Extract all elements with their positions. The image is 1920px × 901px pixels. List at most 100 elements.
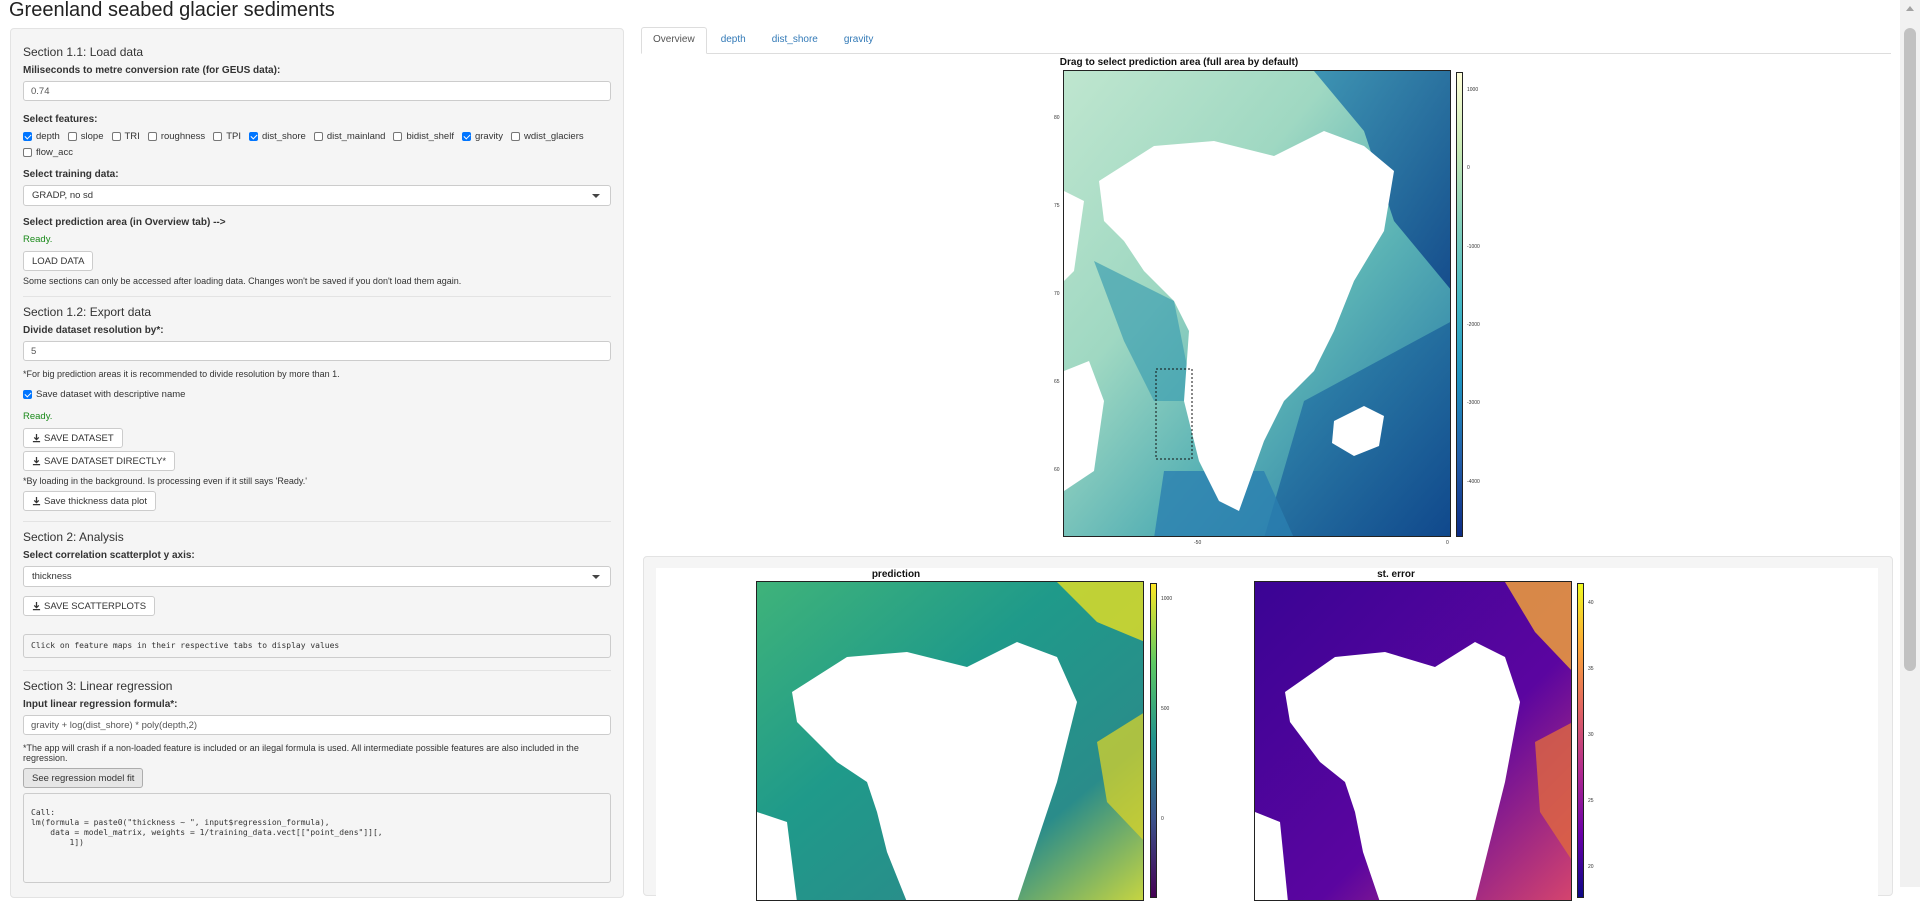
training-data-label: Select training data: [23, 169, 119, 180]
feature-checkbox-gravity[interactable]: gravity [461, 130, 503, 143]
checkbox-unchecked-icon [313, 132, 323, 141]
checkbox-unchecked-icon [213, 132, 223, 141]
ms-conversion-input[interactable] [23, 81, 611, 101]
colorbar-tick-label: -3000 [1467, 400, 1480, 407]
error-map[interactable] [1254, 581, 1572, 901]
colorbar-tick-label: 40 [1588, 600, 1594, 606]
checkbox-unchecked-icon [510, 132, 520, 141]
y-axis-tick-label: 60 [1054, 467, 1060, 473]
app-title: Greenland seabed glacier sediments [9, 0, 335, 21]
divider [23, 521, 611, 522]
divide-resolution-label: Divide dataset resolution by*: [23, 325, 164, 336]
scroll-up-icon[interactable] [1906, 6, 1914, 11]
error-colorbar [1577, 583, 1584, 898]
scatter-yaxis-label: Select correlation scatterplot y axis: [23, 550, 195, 561]
divider [23, 296, 611, 297]
checkbox-checked-icon [248, 132, 258, 141]
save-dataset-directly-button[interactable]: SAVE DATASET DIRECTLY* [23, 451, 176, 471]
feature-checkbox-depth[interactable]: depth [23, 130, 60, 143]
results-plot-area: prediction 1000 500 0 st. error 40 35 30… [656, 568, 1878, 901]
checkbox-unchecked-icon [67, 132, 77, 141]
load-status: Ready. [23, 234, 53, 245]
colorbar-tick-label: 0 [1161, 816, 1164, 822]
colorbar-tick-label: 30 [1588, 732, 1594, 738]
y-axis-tick-label: 70 [1054, 291, 1060, 297]
save-dataset-label: SAVE DATASET [44, 432, 114, 444]
checkbox-unchecked-icon [23, 148, 32, 157]
feature-checkbox-bidist-shelf[interactable]: bidist_shelf [393, 130, 454, 143]
feature-checkbox-slope[interactable]: slope [67, 130, 104, 143]
divider [23, 670, 611, 671]
tab-depth[interactable]: depth [709, 27, 758, 54]
scatter-yaxis-select[interactable]: thickness [23, 566, 611, 587]
feature-checkbox-dist-mainland[interactable]: dist_mainland [313, 130, 385, 143]
feature-checkbox-tri[interactable]: TRI [111, 130, 140, 143]
features-checkbox-group: depth slope TRI roughness TPI dist_shore dist_… [23, 130, 613, 159]
colorbar-tick-label: 1000 [1467, 87, 1479, 93]
tab-bar: Overview depth dist_shore gravity [641, 27, 1891, 54]
colorbar-tick-label: 25 [1588, 798, 1594, 804]
download-icon [32, 433, 41, 442]
colorbar-tick-label: -4000 [1467, 478, 1480, 485]
colorbar-tick-label: 35 [1588, 666, 1594, 672]
feature-checkbox-wdist-glaciers[interactable]: wdist_glaciers [510, 130, 584, 143]
prediction-map[interactable] [756, 581, 1144, 901]
save-dataset-button[interactable]: SAVE DATASET [23, 428, 123, 448]
save-descriptive-checkbox[interactable]: Save dataset with descriptive name [23, 388, 185, 401]
page-scrollbar[interactable] [1900, 0, 1920, 887]
load-data-button[interactable]: LOAD DATA [23, 251, 94, 271]
feature-label: TPI [226, 131, 241, 142]
overview-map-title: Drag to select prediction area (full are… [1059, 57, 1299, 68]
training-data-value: GRADP, no sd [32, 190, 94, 201]
training-data-select[interactable]: GRADP, no sd [23, 185, 611, 206]
feature-label: gravity [474, 131, 503, 142]
feature-label: roughness [160, 131, 206, 142]
feature-checkbox-roughness[interactable]: roughness [147, 130, 206, 143]
prediction-map-title: prediction [871, 569, 921, 580]
x-axis-tick-label: 0 [1446, 540, 1449, 546]
feature-label: bidist_shelf [406, 131, 454, 142]
download-icon [32, 496, 41, 505]
colorbar-tick-label: 0 [1467, 165, 1470, 172]
regression-formula-note: *The app will crash if a non-loaded feat… [23, 743, 579, 763]
export-status: Ready. [23, 411, 53, 422]
checkbox-checked-icon [23, 390, 32, 399]
save-thickness-plot-button[interactable]: Save thickness data plot [23, 491, 156, 511]
save-dataset-directly-label: SAVE DATASET DIRECTLY* [44, 455, 167, 467]
chevron-down-icon [592, 194, 600, 198]
features-label: Select features: [23, 114, 98, 125]
colorbar-tick-label: 500 [1161, 706, 1170, 712]
regression-output: Call: lm(formula = paste0("thickness ~ "… [23, 793, 611, 883]
tab-gravity[interactable]: gravity [832, 27, 885, 54]
feature-label: wdist_glaciers [523, 131, 584, 142]
scrollbar-thumb[interactable] [1904, 28, 1916, 671]
feature-checkbox-dist-shore[interactable]: dist_shore [248, 130, 306, 143]
tab-overview[interactable]: Overview [641, 27, 707, 54]
download-icon [32, 456, 41, 465]
section-linear-regression-title: Section 3: Linear regression [23, 679, 173, 693]
section-analysis-title: Section 2: Analysis [23, 530, 124, 544]
scatter-yaxis-value: thickness [32, 571, 72, 582]
feature-checkbox-flow-acc[interactable]: flow_acc [23, 146, 73, 159]
regression-formula-input[interactable] [23, 715, 611, 735]
see-model-fit-button[interactable]: See regression model fit [23, 768, 144, 788]
error-map-title: st. error [1377, 569, 1415, 580]
section-export-data-title: Section 1.2: Export data [23, 305, 152, 319]
colorbar-tick-label: 1000 [1161, 596, 1173, 602]
results-panel: prediction 1000 500 0 st. error 40 35 30… [643, 556, 1893, 901]
overview-depth-map[interactable] [1063, 70, 1451, 537]
save-scatterplots-button[interactable]: SAVE SCATTERPLOTS [23, 596, 156, 616]
depth-raster [1064, 71, 1450, 536]
divide-resolution-input[interactable] [23, 341, 611, 361]
ms-conversion-label: Miliseconds to metre conversion rate (fo… [23, 65, 281, 76]
save-descriptive-label: Save dataset with descriptive name [36, 389, 186, 400]
regression-formula-label: Input linear regression formula*: [23, 699, 178, 710]
x-axis-tick-label: -50 [1194, 540, 1202, 546]
checkbox-unchecked-icon [393, 132, 403, 141]
download-icon [32, 601, 41, 610]
load-note: Some sections can only be accessed after… [23, 276, 462, 286]
tab-dist-shore[interactable]: dist_shore [760, 27, 830, 54]
divide-note: *For big prediction areas it is recommen… [23, 369, 340, 379]
sidebar-panel: Section 1.1: Load data Miliseconds to me… [10, 28, 624, 898]
feature-checkbox-tpi[interactable]: TPI [213, 130, 241, 143]
